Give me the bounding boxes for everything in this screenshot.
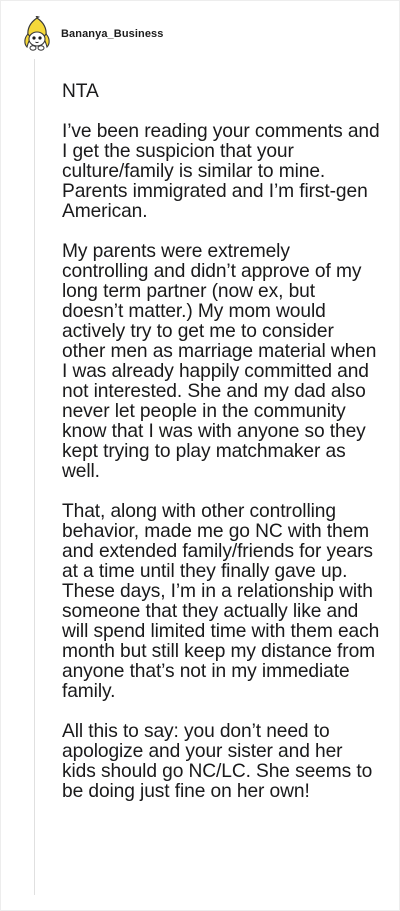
thread-line[interactable]: [34, 59, 35, 895]
comment-paragraph: That, along with other controlling behav…: [62, 501, 380, 702]
comment-author[interactable]: Bananya_Business: [61, 28, 163, 40]
comment-paragraph: I’ve been reading your comments and I ge…: [62, 121, 380, 222]
comment-paragraph: All this to say: you don’t need to apolo…: [62, 721, 373, 802]
comment-paragraph: My parents were extremely controlling an…: [62, 241, 377, 482]
comment-paragraph: NTA: [62, 81, 99, 102]
comment-card: Bananya_Business NTA I’ve been reading y…: [0, 0, 400, 911]
comment-header: Bananya_Business: [21, 15, 163, 52]
bananya-cat-avatar-icon[interactable]: [21, 15, 53, 52]
comment-body: NTA I’ve been reading your comments and …: [62, 82, 380, 802]
